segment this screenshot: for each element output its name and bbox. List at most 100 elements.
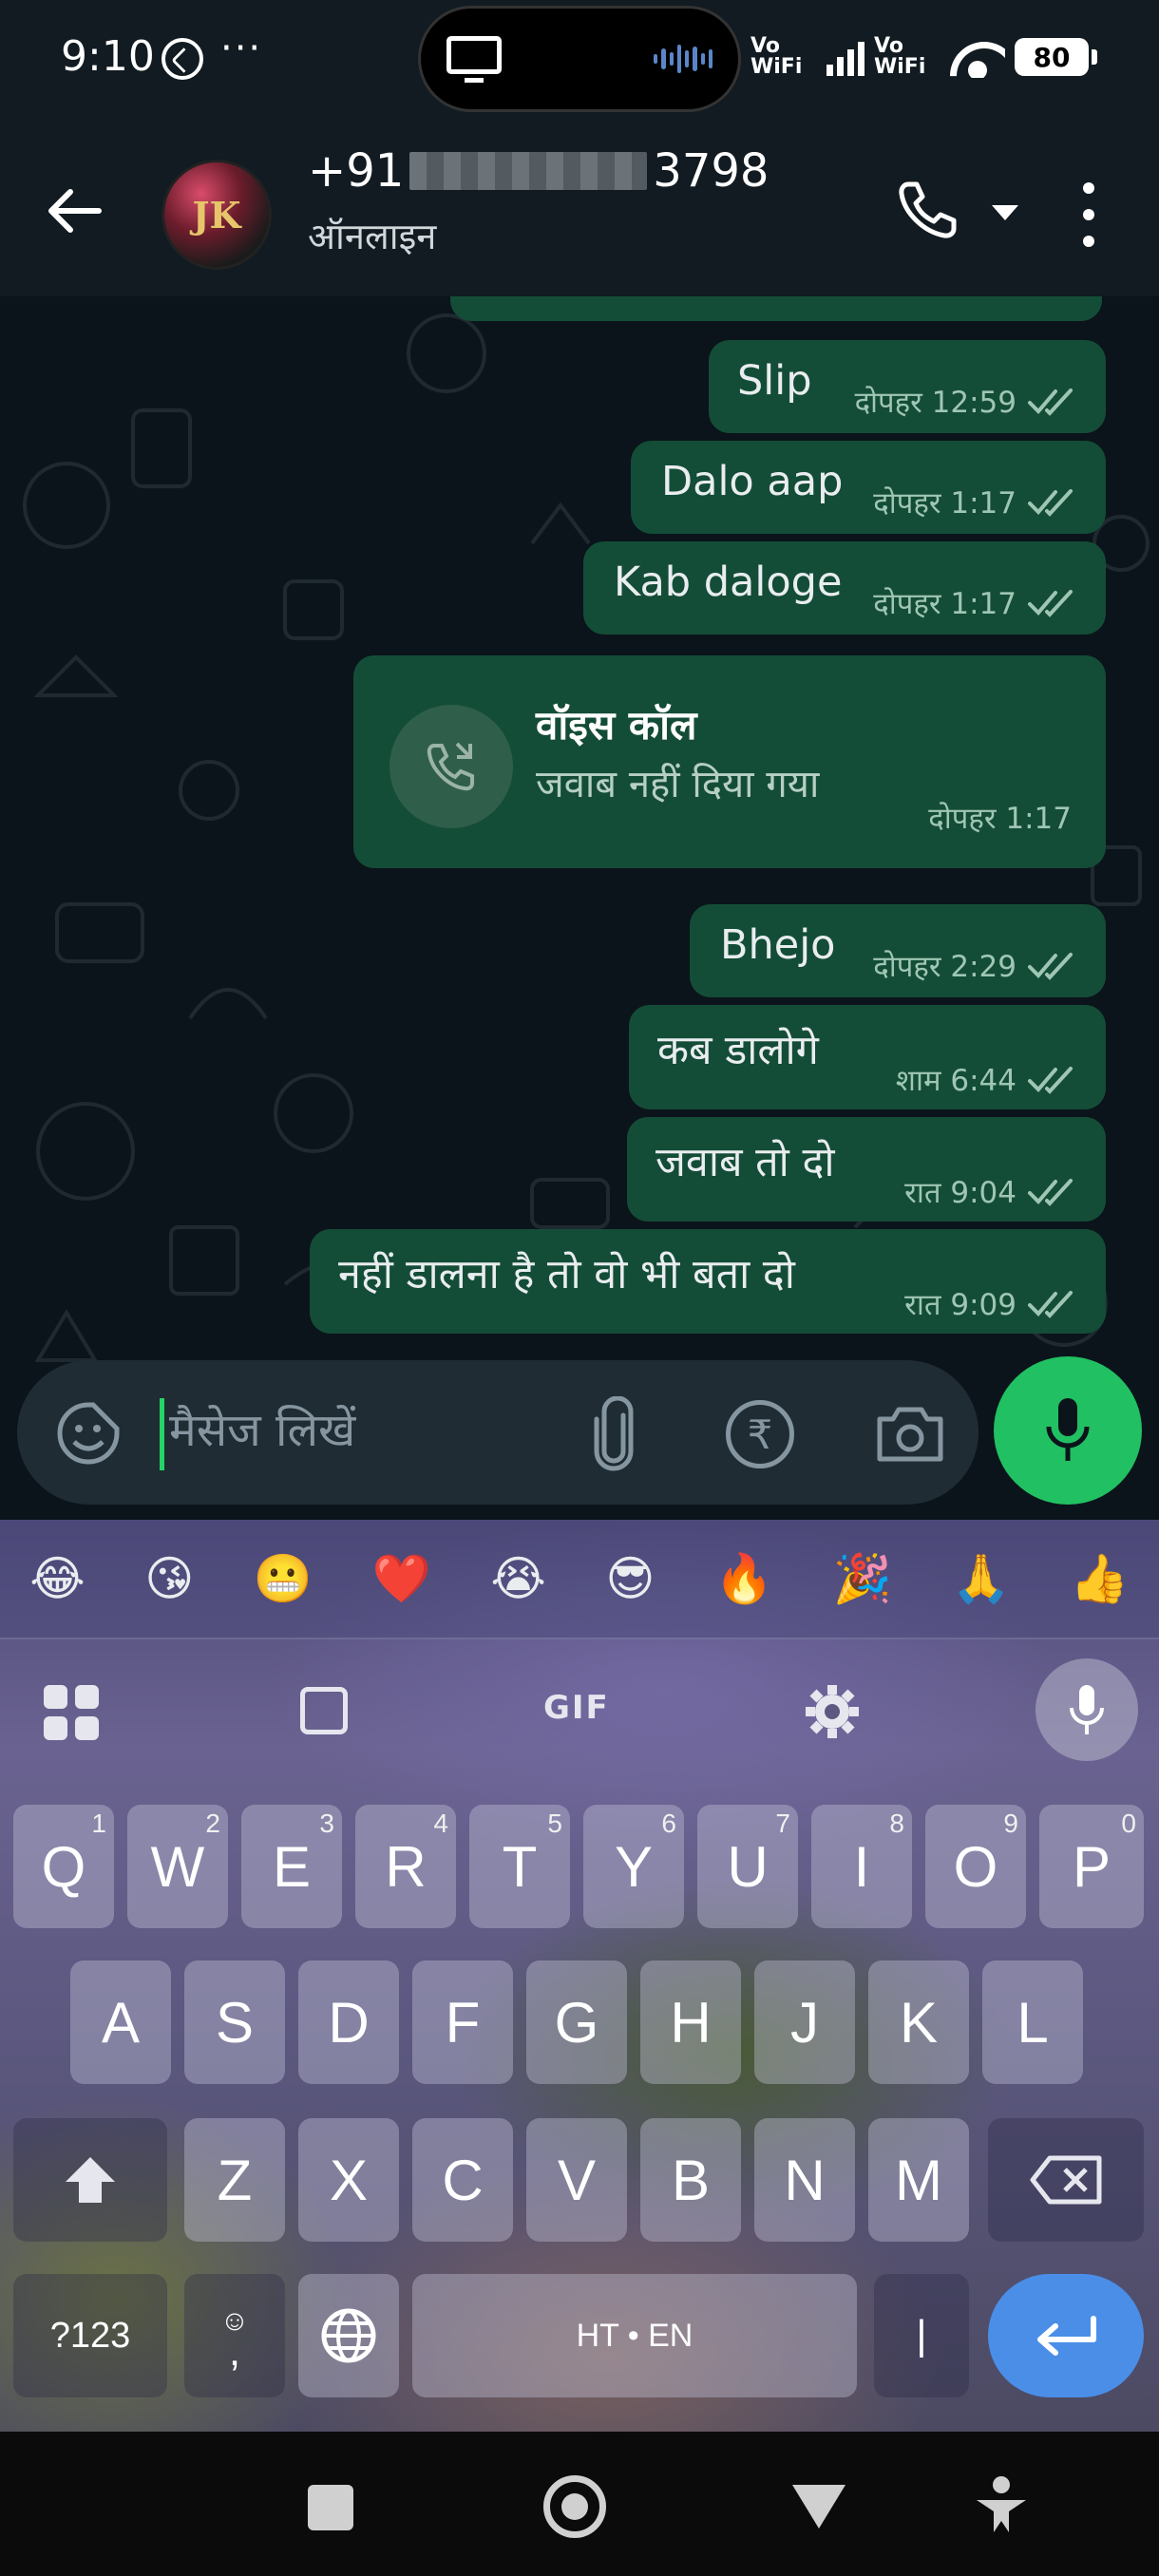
call-status: जवाब नहीं दिया गया — [536, 763, 820, 806]
key-h[interactable]: H — [640, 1960, 741, 2084]
back-arrow-icon[interactable] — [44, 180, 104, 241]
soft-keyboard: 😂 😘 😬 ❤️ 😭 😎 🔥 🎉 🙏 👍 GIF Q 1 W 2 E 3 R 4… — [0, 1520, 1159, 2432]
voice-call-icon[interactable] — [895, 177, 961, 243]
key-x[interactable]: X — [298, 2118, 399, 2242]
message-input[interactable]: मैसेज लिखें ₹ — [17, 1360, 978, 1505]
key-k[interactable]: K — [868, 1960, 969, 2084]
shift-icon — [66, 2157, 115, 2203]
read-receipt-icon — [1028, 1291, 1073, 1318]
key-l[interactable]: L — [982, 1960, 1083, 2084]
key-p[interactable]: P0 — [1039, 1805, 1144, 1928]
message-bubble[interactable]: नहीं डालना है तो वो भी बता दो रात 9:09 — [310, 1229, 1106, 1334]
backspace-key[interactable] — [988, 2118, 1144, 2242]
symbols-key[interactable]: ?123 — [13, 2274, 167, 2397]
language-globe-key[interactable] — [298, 2274, 399, 2397]
pipe-key[interactable]: | — [874, 2274, 969, 2397]
system-navigation-bar — [0, 2432, 1159, 2576]
message-bubble[interactable]: Bhejo दोपहर 2:29 — [690, 904, 1106, 997]
keyboard-toolbar: GIF — [0, 1639, 1159, 1782]
message-meta: रात 9:09 — [904, 1284, 1079, 1324]
contact-avatar[interactable]: JK — [162, 160, 272, 270]
backspace-icon — [1030, 2155, 1102, 2205]
key-q[interactable]: Q1 — [13, 1805, 114, 1928]
read-receipt-icon — [1028, 1179, 1073, 1206]
contact-name[interactable]: +91 3798 — [308, 144, 769, 198]
contact-name-prefix: +91 — [308, 144, 405, 198]
message-bubble[interactable]: जवाब तो दो रात 9:04 — [627, 1117, 1106, 1222]
key-b[interactable]: B — [640, 2118, 741, 2242]
key-a[interactable]: A — [70, 1960, 171, 2084]
attach-paperclip-icon[interactable] — [581, 1396, 648, 1472]
enter-arrow-icon — [1037, 2316, 1096, 2356]
message-meta: दोपहर 2:29 — [873, 946, 1079, 986]
enter-key[interactable] — [988, 2274, 1144, 2397]
key-v[interactable]: V — [526, 2118, 627, 2242]
signal-icon — [826, 38, 864, 76]
emoji-suggestion[interactable]: 😎 — [605, 1551, 655, 1606]
gif-button[interactable]: GIF — [543, 1689, 610, 1727]
vowifi-label: Vo WiFi — [750, 34, 803, 79]
emoji-comma-key[interactable]: ☺ , — [184, 2274, 285, 2397]
key-j[interactable]: J — [754, 1960, 855, 2084]
payment-rupee-icon[interactable]: ₹ — [726, 1400, 794, 1468]
message-time: दोपहर 2:29 — [873, 950, 1016, 984]
recents-button-icon[interactable] — [308, 2485, 353, 2530]
emoji-suggestion[interactable]: ❤️ — [372, 1551, 431, 1607]
emoji-suggestion[interactable]: 😘 — [144, 1551, 194, 1606]
message-time: दोपहर 12:59 — [854, 386, 1016, 420]
message-time: शाम 6:44 — [895, 1064, 1016, 1098]
message-bubble[interactable]: Dalo aap दोपहर 1:17 — [631, 441, 1106, 534]
contact-status: ऑनलाइन — [308, 216, 437, 257]
key-i[interactable]: I8 — [811, 1805, 912, 1928]
message-text: जवाब तो दो — [656, 1139, 835, 1186]
text-cursor — [160, 1398, 164, 1470]
space-key[interactable]: HT • EN — [412, 2274, 857, 2397]
more-options-icon[interactable] — [1081, 182, 1096, 247]
key-z[interactable]: Z — [184, 2118, 285, 2242]
emoji-suggestion[interactable]: 🔥 — [714, 1551, 773, 1607]
key-t[interactable]: T5 — [469, 1805, 570, 1928]
key-d[interactable]: D — [298, 1960, 399, 2084]
home-button-icon[interactable] — [543, 2475, 606, 2538]
contact-name-suffix: 3798 — [653, 144, 770, 198]
key-m[interactable]: M — [868, 2118, 969, 2242]
key-e[interactable]: E3 — [241, 1805, 342, 1928]
emoji-suggestion[interactable]: 🙏 — [952, 1551, 1011, 1607]
sticker-icon[interactable] — [300, 1687, 348, 1734]
key-w[interactable]: W2 — [127, 1805, 228, 1928]
message-bubble-partial[interactable] — [450, 296, 1102, 321]
key-y[interactable]: Y6 — [583, 1805, 684, 1928]
emoji-suggestion[interactable]: 🎉 — [833, 1551, 892, 1607]
microphone-icon — [1046, 1398, 1090, 1461]
emoji-suggestion[interactable]: 😬 — [254, 1551, 313, 1607]
key-f[interactable]: F — [412, 1960, 513, 2084]
back-button-icon[interactable] — [792, 2485, 846, 2529]
battery-indicator: 80 — [1015, 38, 1097, 76]
message-bubble[interactable]: कब डालोगे शाम 6:44 — [629, 1005, 1106, 1109]
accessibility-person-icon[interactable] — [975, 2475, 1028, 2536]
voice-typing-button[interactable] — [1036, 1658, 1138, 1761]
message-bubble[interactable]: Slip दोपहर 12:59 — [709, 340, 1106, 433]
key-n[interactable]: N — [754, 2118, 855, 2242]
emoji-suggestion[interactable]: 👍 — [1070, 1551, 1129, 1607]
voice-message-button[interactable] — [994, 1356, 1142, 1505]
shift-key[interactable] — [13, 2118, 167, 2242]
emoji-suggestion[interactable]: 😭 — [490, 1551, 545, 1606]
message-placeholder: मैसेज लिखें — [169, 1404, 356, 1457]
key-o[interactable]: O9 — [925, 1805, 1026, 1928]
key-g[interactable]: G — [526, 1960, 627, 2084]
key-u[interactable]: U7 — [697, 1805, 798, 1928]
emoji-suggestion[interactable]: 😂 — [29, 1551, 85, 1606]
apps-grid-icon[interactable] — [44, 1685, 99, 1740]
sticker-emoji-icon[interactable] — [55, 1400, 122, 1467]
key-r[interactable]: R4 — [355, 1805, 456, 1928]
key-s[interactable]: S — [184, 1960, 285, 2084]
key-c[interactable]: C — [412, 2118, 513, 2242]
message-list[interactable]: Slip दोपहर 12:59 Dalo aap दोपहर 1:17 Kab… — [0, 296, 1159, 1520]
settings-gear-icon[interactable] — [802, 1681, 863, 1742]
message-bubble[interactable]: Kab daloge दोपहर 1:17 — [583, 541, 1106, 635]
call-dropdown-icon[interactable] — [992, 205, 1018, 220]
message-meta: दोपहर 1:17 — [873, 583, 1079, 623]
missed-voice-call-bubble[interactable]: वॉइस कॉल जवाब नहीं दिया गया दोपहर 1:17 — [353, 655, 1106, 868]
camera-icon[interactable] — [874, 1402, 946, 1465]
